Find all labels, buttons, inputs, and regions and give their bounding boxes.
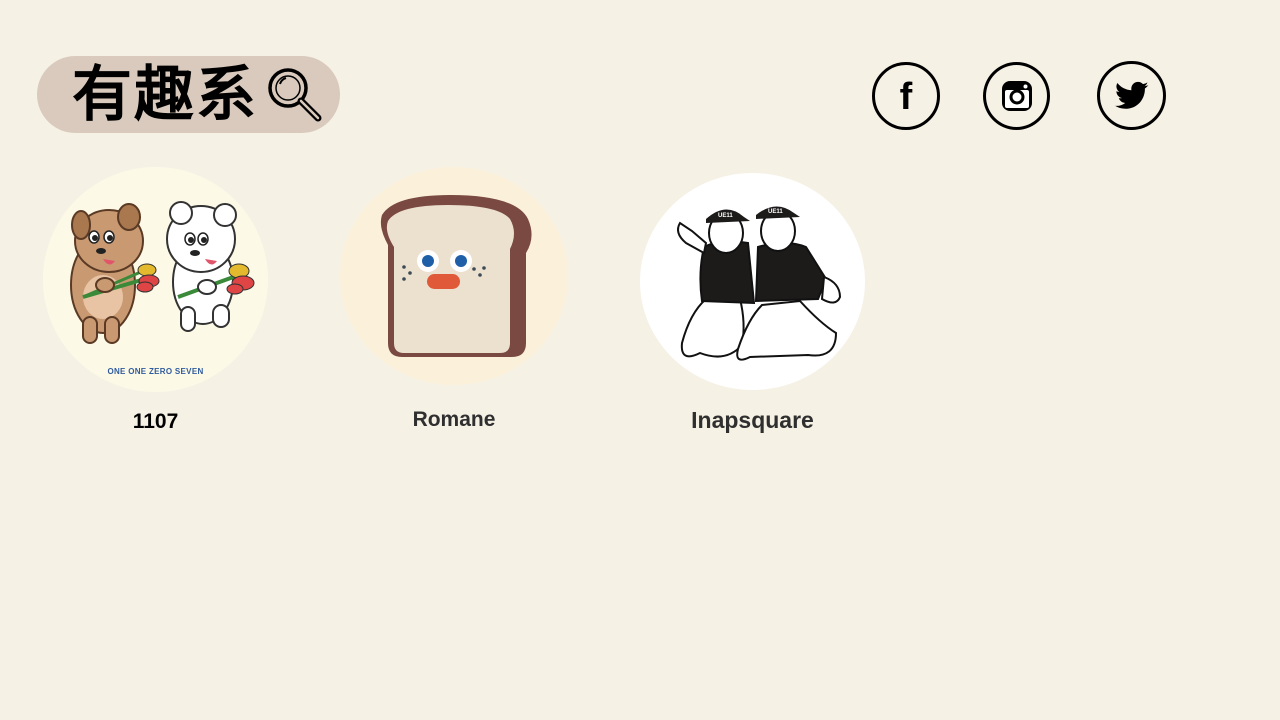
character-card-romane[interactable]: Romane bbox=[340, 167, 568, 437]
instagram-icon bbox=[1001, 81, 1032, 111]
character-name: 1107 bbox=[132, 410, 179, 433]
character-avatar-inapsquare: UE11 UE11 bbox=[640, 173, 865, 390]
character-avatar-romane bbox=[340, 167, 568, 385]
character-name: Inapsquare bbox=[691, 407, 814, 433]
cap-text-right: UE11 bbox=[768, 209, 783, 215]
character-name: Romane bbox=[412, 408, 496, 431]
magnifier-icon[interactable] bbox=[266, 66, 322, 122]
twitter-button[interactable] bbox=[1097, 61, 1166, 130]
facebook-icon: f bbox=[899, 76, 913, 118]
twitter-bird-icon bbox=[1114, 81, 1148, 109]
character-card-1107[interactable]: ONE ONE ZERO SEVEN 1107 bbox=[43, 167, 268, 437]
walking-pair-illustration: UE11 UE11 bbox=[677, 206, 842, 361]
image-caption: ONE ONE ZERO SEVEN bbox=[107, 367, 204, 376]
instagram-button[interactable] bbox=[983, 62, 1050, 130]
brown-dog-illustration bbox=[70, 203, 144, 344]
character-avatar-1107: ONE ONE ZERO SEVEN bbox=[43, 167, 268, 392]
cap-text-left: UE11 bbox=[718, 213, 733, 219]
facebook-button[interactable]: f bbox=[872, 62, 940, 130]
white-dog-illustration bbox=[166, 201, 255, 332]
page-title: 有趣系 bbox=[72, 60, 258, 130]
character-card-inapsquare[interactable]: UE11 UE11 Inapsquare bbox=[640, 173, 865, 443]
bread-illustration bbox=[380, 195, 532, 357]
